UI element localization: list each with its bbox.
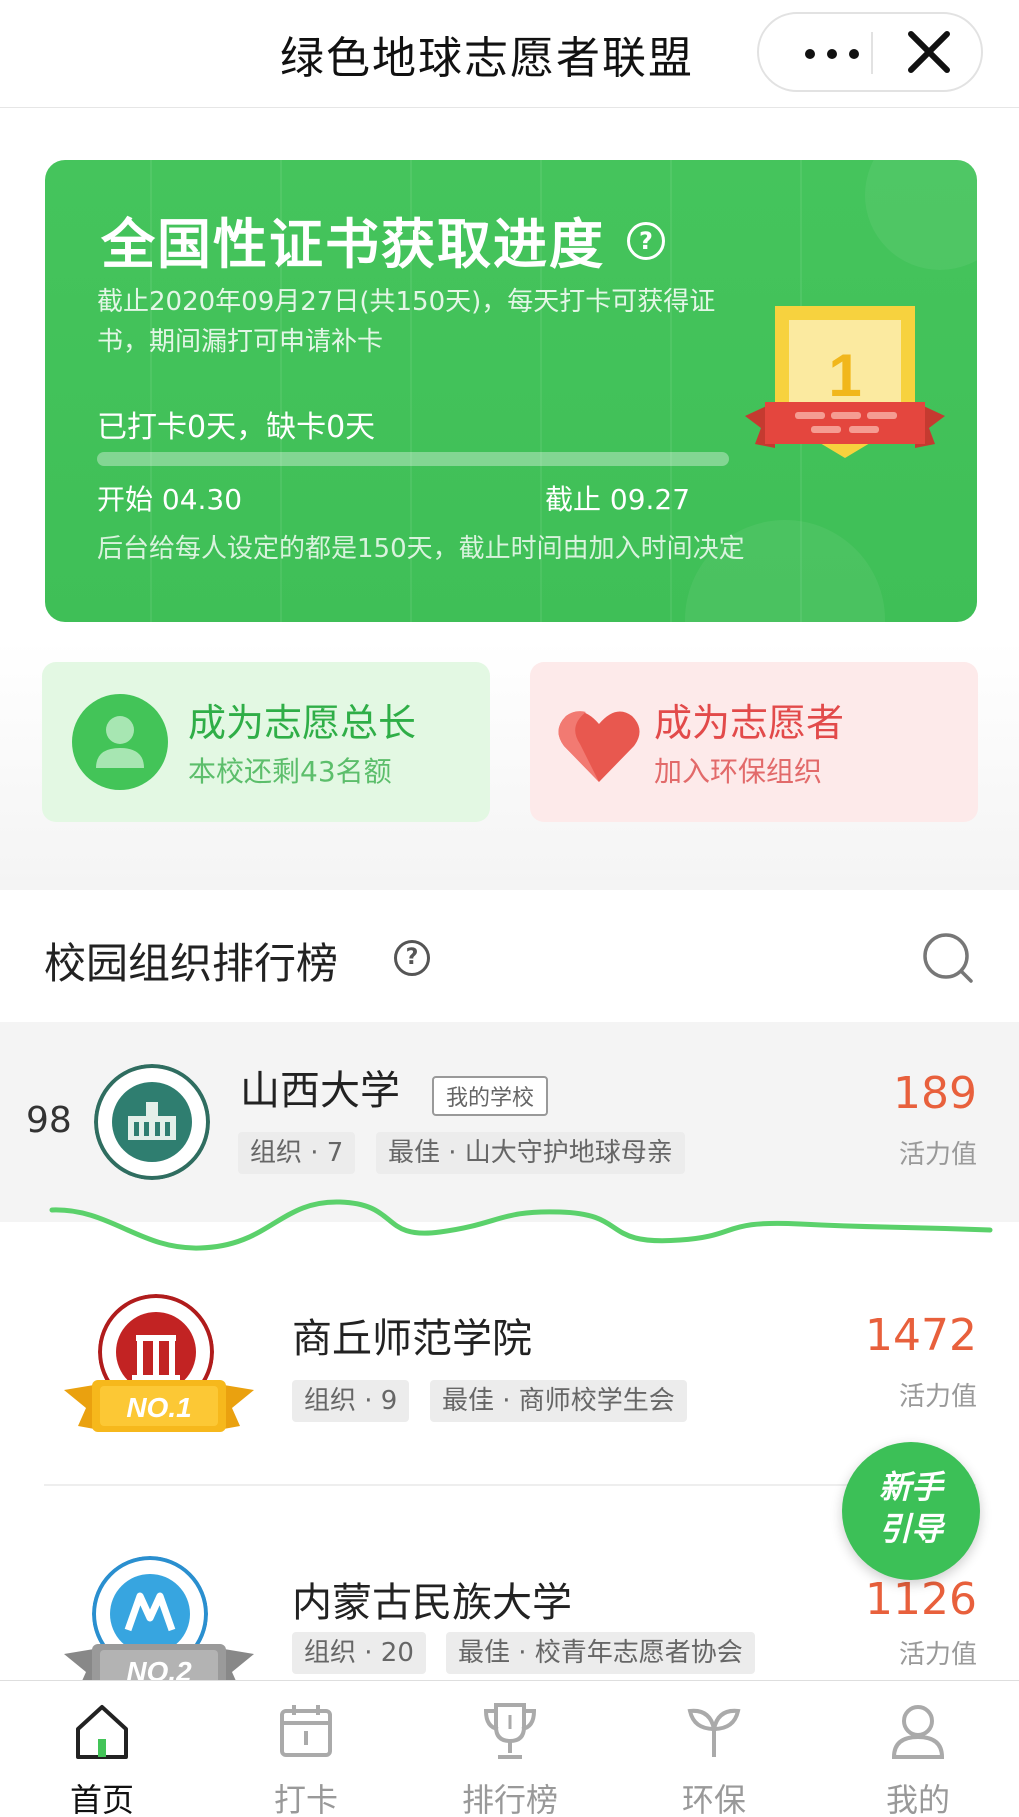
score-label: 活力值 xyxy=(898,1382,977,1412)
my-school-name: 山西大学 xyxy=(240,1068,400,1114)
my-score: 189 xyxy=(893,1068,977,1119)
more-dot-icon xyxy=(805,49,815,59)
tab-eco-label: 环保 xyxy=(681,1781,746,1817)
tab-eco[interactable]: 环保 xyxy=(612,1681,816,1817)
org-count-pill: 组织 · 20 xyxy=(292,1632,426,1674)
app-title: 绿色地球志愿者联盟 xyxy=(280,33,694,84)
become-leader-card[interactable]: 成为志愿总长 本校还剩43名额 xyxy=(42,662,490,822)
mini-program-capsule xyxy=(757,12,983,92)
score-label: 活力值 xyxy=(898,1640,977,1670)
guide-button-label-line: 新手 xyxy=(878,1468,943,1506)
tab-checkin-label: 打卡 xyxy=(273,1781,338,1817)
tab-ranking[interactable]: 排行榜 xyxy=(408,1681,612,1817)
ranking-header: 校园组织排行榜 ? xyxy=(0,890,1019,1020)
leader-subtitle: 本校还剩43名额 xyxy=(188,755,392,788)
org-count-pill: 组织 · 9 xyxy=(292,1380,410,1422)
rank-1-badge: NO.1 xyxy=(126,1392,191,1423)
my-school-tag: 我的学校 xyxy=(432,1076,549,1116)
university-score: 1472 xyxy=(865,1310,977,1361)
tab-home-label: 首页 xyxy=(69,1781,134,1817)
beginner-guide-button[interactable]: 新手 引导 xyxy=(842,1442,980,1580)
university-name: 商丘师范学院 xyxy=(292,1316,532,1362)
certificate-title: 全国性证书获取进度 xyxy=(101,213,605,276)
certificate-description: 截止2020年09月27日(共150天)，每天打卡可获得证书，期间漏打可申请补卡 xyxy=(97,287,716,357)
bottom-tab-bar: 首页 打卡 排行榜 环保 我的 xyxy=(0,1680,1019,1817)
end-date-label: 截止 09.27 xyxy=(545,483,691,516)
more-options-button[interactable] xyxy=(793,14,871,90)
university-score: 1126 xyxy=(865,1574,977,1625)
heart-icon xyxy=(558,711,640,782)
sprout-icon xyxy=(687,1708,741,1757)
leader-title: 成为志愿总长 xyxy=(188,701,417,745)
university-name: 内蒙古民族大学 xyxy=(292,1580,572,1626)
tab-ranking-label: 排行榜 xyxy=(461,1781,558,1817)
best-org-pill: 最佳 · 山大守护地球母亲 xyxy=(376,1132,685,1174)
certificate-progress-card: 全国性证书获取进度 ? 截止2020年09月27日(共150天)，每天打卡可获得… xyxy=(45,160,977,622)
shanxi-university-logo xyxy=(94,1064,210,1180)
certificate-help-icon[interactable]: ? xyxy=(627,222,665,260)
rank-1-ribbon-icon: NO.1 xyxy=(64,1380,254,1432)
top-bar: 绿色地球志愿者联盟 xyxy=(0,0,1019,108)
volunteer-subtitle: 加入环保组织 xyxy=(654,755,823,788)
trophy-icon xyxy=(483,1703,537,1759)
become-volunteer-card[interactable]: 成为志愿者 加入环保组织 xyxy=(530,662,978,822)
rank-2-badge: NO.2 xyxy=(126,1656,192,1680)
tab-mine[interactable]: 我的 xyxy=(816,1681,1019,1817)
guide-button-label-line: 引导 xyxy=(878,1510,943,1548)
volunteer-title: 成为志愿者 xyxy=(654,701,845,745)
ranking-list-item[interactable]: NO.1 商丘师范学院 组织 · 9 最佳 · 商师校学生会 1472 活力值 xyxy=(0,1270,1019,1486)
close-button[interactable] xyxy=(885,14,973,90)
checkin-status: 已打卡0天，缺卡0天 xyxy=(97,410,376,445)
search-icon[interactable] xyxy=(920,930,976,986)
highlight-wave-line xyxy=(49,1199,993,1251)
leader-avatar-icon xyxy=(72,694,168,790)
user-icon xyxy=(891,1705,945,1759)
close-icon xyxy=(908,31,950,73)
tab-checkin[interactable]: 打卡 xyxy=(204,1681,408,1817)
tab-mine-label: 我的 xyxy=(885,1781,950,1817)
card-decoration xyxy=(865,160,977,270)
my-rank-number: 98 xyxy=(26,1100,72,1141)
calendar-icon xyxy=(280,1705,332,1757)
more-dot-icon xyxy=(827,49,837,59)
my-score-label: 活力值 xyxy=(898,1140,977,1170)
start-date-label: 开始 04.30 xyxy=(97,483,243,516)
more-dot-icon xyxy=(849,49,859,59)
ranking-title: 校园组织排行榜 xyxy=(44,939,339,988)
certificate-progress-bar xyxy=(97,452,729,466)
rank-2-ribbon-icon: NO.2 xyxy=(64,1644,254,1680)
medal-number: 1 xyxy=(828,342,861,409)
tab-home[interactable]: 首页 xyxy=(0,1681,204,1817)
capsule-divider xyxy=(871,32,873,74)
best-org-pill: 最佳 · 商师校学生会 xyxy=(430,1380,687,1422)
medal-icon: 1 xyxy=(745,306,945,458)
certificate-note: 后台给每人设定的都是150天，截止时间由加入时间决定 xyxy=(97,534,745,564)
ranking-help-icon[interactable]: ? xyxy=(394,940,430,976)
row-divider xyxy=(44,1484,976,1486)
home-icon xyxy=(76,1705,128,1759)
org-count-pill: 组织 · 7 xyxy=(238,1132,356,1174)
best-org-pill: 最佳 · 校青年志愿者协会 xyxy=(446,1632,755,1674)
